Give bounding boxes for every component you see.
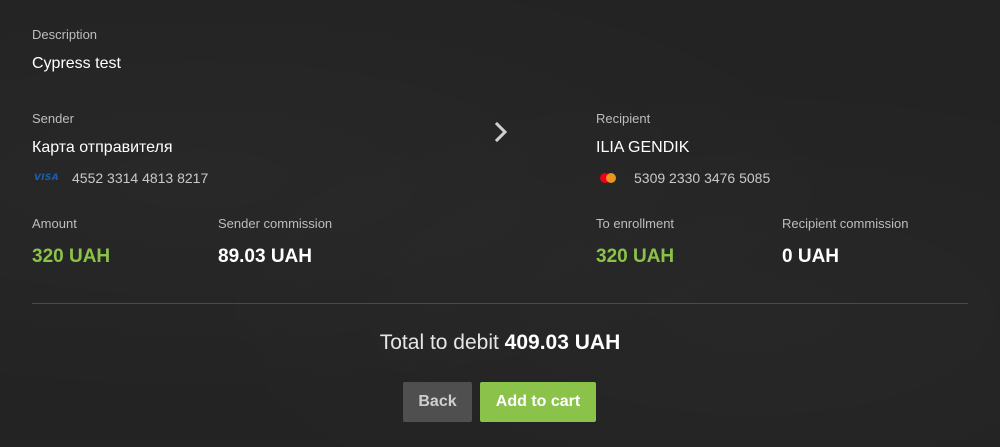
- amount-value: 320 UAH: [32, 246, 111, 267]
- to-enrollment-value: 320 UAH: [596, 246, 675, 267]
- total-value: 409.03 UAH: [504, 331, 621, 354]
- sender-name: Карта отправителя: [32, 139, 173, 156]
- sender-card-number: 4552 3314 4813 8217: [72, 170, 209, 186]
- recipient-card-number: 5309 2330 3476 5085: [634, 170, 771, 186]
- description-value: Cypress test: [32, 55, 121, 72]
- mastercard-icon: [596, 171, 620, 185]
- recipient-label: Recipient: [596, 111, 651, 126]
- visa-icon: VISA: [34, 173, 59, 183]
- divider: [32, 303, 968, 304]
- sender-commission-label: Sender commission: [218, 216, 333, 231]
- sender-commission-value: 89.03 UAH: [218, 246, 312, 267]
- recipient-card: 5309 2330 3476 5085: [596, 170, 770, 186]
- recipient-commission-label: Recipient commission: [782, 216, 909, 231]
- total-label: Total to debit: [379, 331, 505, 354]
- total-to-debit: Total to debit 409.03 UAH: [0, 331, 1000, 355]
- transfer-confirmation-page: Description Cypress test Sender Карта от…: [0, 0, 1000, 447]
- sender-card: VISA 4552 3314 4813 8217: [34, 170, 208, 186]
- description-label: Description: [32, 27, 98, 42]
- chevron-right-icon: [494, 122, 508, 142]
- add-to-cart-button[interactable]: Add to cart: [480, 382, 596, 422]
- back-button[interactable]: Back: [403, 382, 472, 422]
- to-enrollment-label: To enrollment: [596, 216, 675, 231]
- sender-label: Sender: [32, 111, 74, 126]
- recipient-name: ILIA GENDIK: [596, 139, 690, 156]
- recipient-commission-value: 0 UAH: [782, 246, 840, 267]
- amount-label: Amount: [32, 216, 77, 231]
